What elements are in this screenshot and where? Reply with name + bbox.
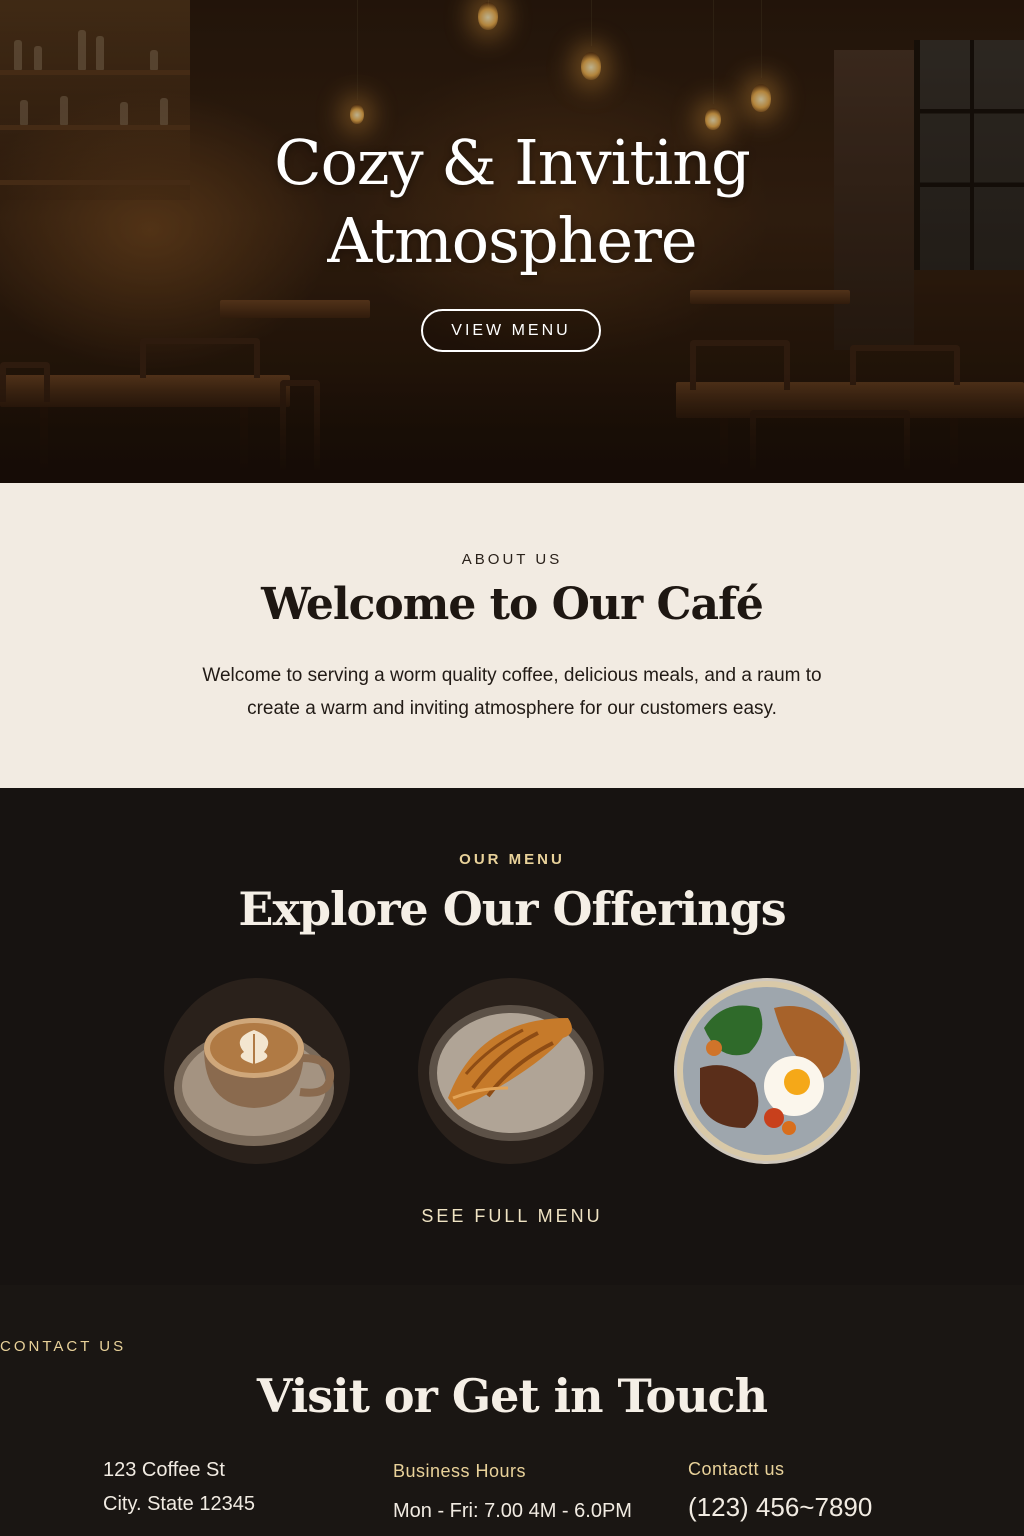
phone-link[interactable]: (123) 456~7890 <box>688 1492 872 1523</box>
breakfast-plate-icon <box>677 981 857 1161</box>
contact-section: CONTACT US Visit or Get in Touch 123 Cof… <box>0 1285 1024 1536</box>
hours-block: Business Hours Mon - Fri: 7.00 4M - 6.0P… <box>393 1461 632 1523</box>
coffee-dish-image[interactable] <box>164 978 350 1164</box>
hero-title-line2: Atmosphere <box>327 204 697 277</box>
contact-heading: Contactt us <box>688 1459 785 1479</box>
about-text-line2: create a warm and inviting atmosphere fo… <box>247 698 777 719</box>
menu-title: Explore Our Offerings <box>238 882 786 936</box>
about-title: Welcome to Our Café <box>261 579 764 630</box>
breakfast-plate-dish-image[interactable] <box>674 978 860 1164</box>
contact-block: Contactt us (123) 456~7890 <box>688 1459 872 1523</box>
croissant-icon <box>429 1005 593 1141</box>
latte-art-coffee-icon <box>174 1018 335 1146</box>
about-section: ABOUT US Welcome to Our Café Welcome to … <box>0 483 1024 788</box>
address-line-2: City. State 12345 <box>103 1493 255 1515</box>
about-eyebrow: ABOUT US <box>461 551 563 568</box>
about-text-line1: Welcome to serving a worm quality coffee… <box>202 665 822 686</box>
view-menu-button[interactable]: VIEW MENU <box>421 309 601 352</box>
hero-title-line1: Cozy & Inviting <box>274 126 751 199</box>
hours-heading: Business Hours <box>393 1461 527 1481</box>
about-text: Welcome to serving a worm quality coffee… <box>180 659 844 725</box>
croissant-dish-image[interactable] <box>418 978 604 1164</box>
contact-eyebrow: CONTACT US <box>0 1338 127 1355</box>
hero-section: Cozy & Inviting Atmosphere VIEW MENU <box>0 0 1024 483</box>
hero-title: Cozy & Inviting Atmosphere <box>0 124 1024 280</box>
address-block: 123 Coffee St City. State 12345 <box>103 1453 255 1521</box>
address-line-1: 123 Coffee St <box>103 1459 225 1481</box>
menu-eyebrow: OUR MENU <box>459 851 565 868</box>
hours-value: Mon - Fri: 7.00 4M - 6.0PM <box>393 1500 632 1522</box>
menu-section: OUR MENU Explore Our Offerings SEE FULL … <box>0 788 1024 1285</box>
see-full-menu-link[interactable]: SEE FULL MENU <box>0 1206 1024 1227</box>
contact-title: Visit or Get in Touch <box>256 1369 768 1423</box>
